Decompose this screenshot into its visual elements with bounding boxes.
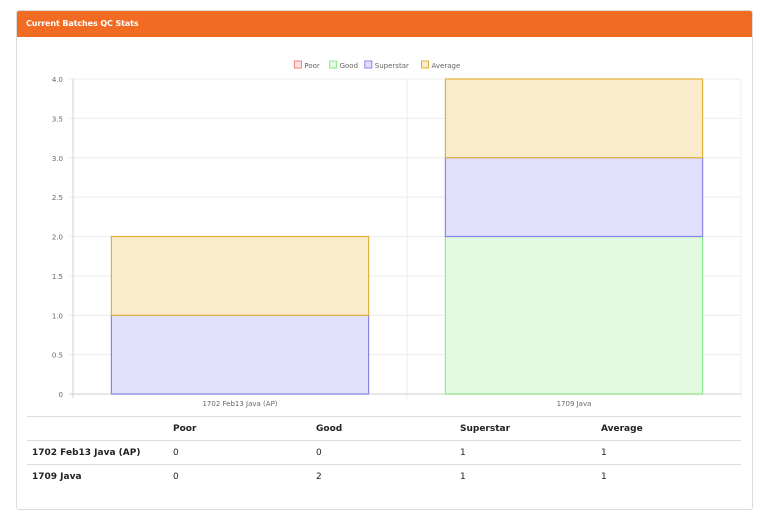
stacked-bar-chart: 0 0.5 1.0 1.5 2.0 2.5 3.0 3.5 4.0 1702 Feb13 Java… [52, 60, 742, 408]
table-header-superstar: Superstar [460, 416, 601, 441]
x-tick-label: 1702 Feb13 Java (AP) [202, 400, 277, 408]
average-cell: 1 [601, 464, 741, 488]
bar-average [110, 235, 370, 316]
bar-superstar [444, 157, 704, 238]
legend-swatch-good [329, 60, 338, 69]
legend-swatch-superstar [364, 60, 373, 69]
y-tick-label: 3.5 [52, 115, 63, 123]
y-tick-label: 2.5 [52, 194, 63, 202]
legend-label-poor: Poor [304, 62, 320, 70]
legend-swatch-average [421, 60, 429, 69]
table-header-good: Good [316, 416, 460, 441]
batch-name-cell: 1702 Feb13 Java (AP) [27, 440, 173, 465]
table-row: 1709 Java 0 2 1 1 [27, 464, 741, 488]
y-tick-label: 2.0 [52, 234, 63, 242]
y-tick-label: 0.5 [52, 352, 63, 360]
poor-cell: 0 [173, 464, 316, 488]
bar-average [444, 78, 704, 159]
x-tick-label: 1709 Java [557, 400, 592, 408]
table-header-row: Poor Good Superstar Average [27, 416, 741, 441]
legend-label-superstar: Superstar [375, 62, 409, 70]
table-header-name [27, 416, 173, 441]
qc-stats-table: Poor Good Superstar Average 1702 Feb13 J… [27, 416, 741, 488]
good-cell: 0 [316, 440, 460, 465]
table-header-average: Average [601, 416, 741, 441]
average-cell: 1 [601, 440, 741, 465]
legend-label-good: Good [340, 62, 358, 70]
superstar-cell: 1 [460, 440, 601, 465]
y-tick-label: 1.5 [52, 273, 63, 281]
y-tick-label: 1.0 [52, 312, 63, 320]
bar-superstar [110, 314, 370, 395]
good-cell: 2 [316, 464, 460, 488]
superstar-cell: 1 [460, 464, 601, 488]
poor-cell: 0 [173, 440, 316, 465]
table-header-poor: Poor [173, 416, 316, 441]
y-tick-label: 4.0 [52, 76, 63, 84]
legend-label-average: Average [432, 62, 461, 70]
y-tick-label: 0 [59, 391, 63, 399]
qc-stats-panel: Current Batches QC Stats 0 0.5 1.0 1.5 2.0 2.… [16, 10, 753, 510]
table-row: 1702 Feb13 Java (AP) 0 0 1 1 [27, 440, 741, 465]
legend-swatch-poor [293, 60, 302, 69]
y-tick-label: 3.0 [52, 155, 63, 163]
bar-good [444, 235, 704, 395]
batch-name-cell: 1709 Java [27, 464, 173, 488]
panel-title: Current Batches QC Stats [17, 11, 752, 37]
